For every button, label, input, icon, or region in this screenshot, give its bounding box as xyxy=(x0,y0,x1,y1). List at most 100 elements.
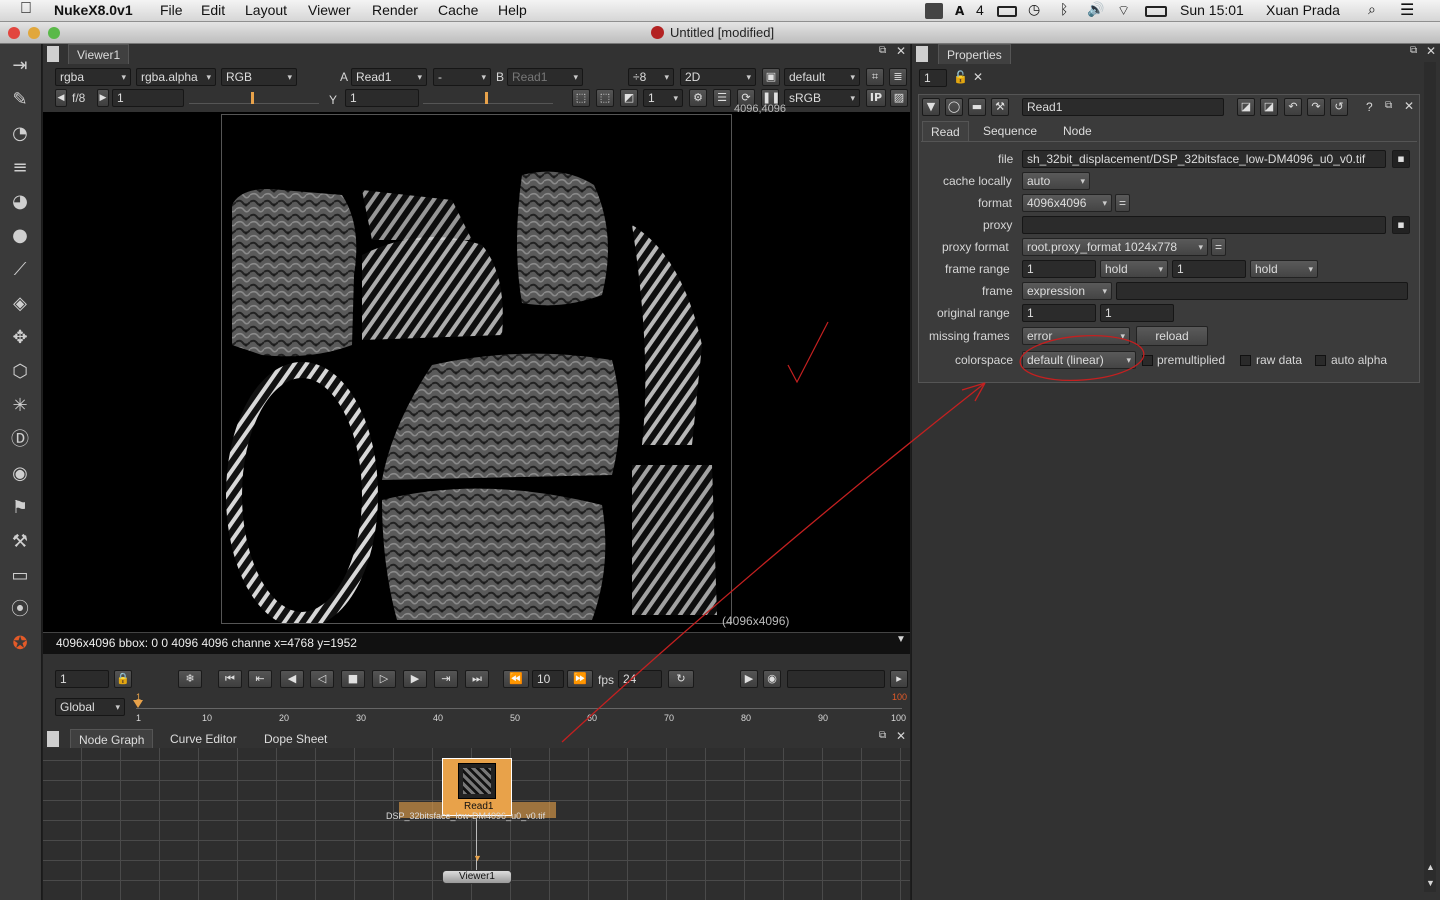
after-mode-dropdown[interactable]: hold xyxy=(1250,260,1318,278)
tab-read[interactable]: Read xyxy=(922,121,969,141)
node-name-field[interactable]: Read1 xyxy=(1022,98,1224,116)
views-tools-icon[interactable]: ◉ xyxy=(8,462,32,486)
scanline-icon[interactable]: ☰ xyxy=(713,89,731,107)
frame-expression-field[interactable] xyxy=(1116,282,1408,300)
reload-button[interactable]: reload xyxy=(1136,326,1208,346)
float-properties-icon[interactable]: ⧉ xyxy=(1410,45,1417,56)
minimize-window-button[interactable] xyxy=(28,27,40,39)
close-node-pane-icon[interactable]: ✕ xyxy=(896,729,906,743)
menu-help[interactable]: Help xyxy=(498,2,527,18)
volume-icon[interactable]: 🔊 xyxy=(1087,2,1104,18)
battery-icon[interactable] xyxy=(1145,6,1167,17)
fps-field[interactable]: 24 xyxy=(618,670,662,688)
tab-node[interactable]: Node xyxy=(1055,121,1100,141)
file-path-field[interactable]: sh_32bit_displacement/DSP_32bitsface_low… xyxy=(1022,150,1386,168)
loop-mode-icon[interactable]: ↻ xyxy=(668,670,694,688)
float-node-pane-icon[interactable]: ⧉ xyxy=(879,730,886,741)
before-mode-dropdown[interactable]: hold xyxy=(1100,260,1168,278)
render-settings-icon[interactable]: ⚙ xyxy=(689,89,707,107)
filter-tools-icon[interactable]: ● xyxy=(8,224,32,248)
scroll-up-icon[interactable]: ▲ xyxy=(1426,862,1435,872)
view-mode-dropdown[interactable]: 2D xyxy=(680,68,756,86)
metadata-tools-icon[interactable]: ⚑ xyxy=(8,496,32,520)
colorspace-dropdown[interactable]: default (linear) xyxy=(1022,351,1136,369)
edit-icon[interactable]: ◪ xyxy=(1237,98,1255,116)
capture-icon[interactable]: ◉ xyxy=(763,670,781,688)
clear-panels-icon[interactable]: ✕ xyxy=(973,70,983,84)
help-icon[interactable]: ? xyxy=(1366,100,1373,114)
time-tools-icon[interactable]: ◔ xyxy=(8,122,32,146)
undo-icon[interactable]: ↶ xyxy=(1284,98,1302,116)
menu-viewer[interactable]: Viewer xyxy=(308,2,351,18)
time-machine-icon[interactable]: ◷ xyxy=(1028,2,1040,18)
proxy-browse-icon[interactable]: ▪ xyxy=(1392,216,1410,234)
lut-set-dropdown[interactable]: default xyxy=(784,68,860,86)
keyer-tools-icon[interactable]: ⟋ xyxy=(8,258,32,282)
gain-field[interactable]: 1 xyxy=(112,89,184,107)
revert-icon[interactable]: ↺ xyxy=(1330,98,1348,116)
skip-forward-icon[interactable]: ⏩ xyxy=(567,670,593,688)
float-pane-icon[interactable]: ⧉ xyxy=(879,45,886,56)
info-bar-dropdown-icon[interactable]: ▼ xyxy=(896,634,906,645)
pane-menu-icon[interactable] xyxy=(47,46,59,62)
a-input-dropdown[interactable]: Read1 xyxy=(351,68,427,86)
stop-icon[interactable]: ■ xyxy=(341,670,365,688)
proxy-scale-dropdown[interactable]: 1 xyxy=(643,89,683,107)
max-panels-field[interactable]: 1 xyxy=(919,69,947,87)
gamma-slider-handle[interactable] xyxy=(485,92,488,104)
raw-data-checkbox[interactable] xyxy=(1240,355,1251,366)
previous-keyframe-icon[interactable]: ⇤ xyxy=(248,670,272,688)
tab-dope-sheet[interactable]: Dope Sheet xyxy=(256,729,335,749)
spotlight-icon[interactable]: ⌕ xyxy=(1368,2,1376,18)
auto-alpha-checkbox[interactable] xyxy=(1315,355,1326,366)
b-input-dropdown[interactable]: Read1 xyxy=(507,68,583,86)
missing-frames-dropdown[interactable]: error xyxy=(1022,327,1130,345)
other-tools-icon[interactable]: ▭ xyxy=(8,564,32,588)
gain-slider[interactable] xyxy=(189,92,319,104)
furnace-tools-icon[interactable]: ⦿ xyxy=(8,598,32,622)
menu-edit[interactable]: Edit xyxy=(201,2,225,18)
image-tools-icon[interactable]: ⇥ xyxy=(8,54,32,78)
adobe-icon[interactable]: A xyxy=(955,4,964,18)
particles-tools-icon[interactable]: ✳ xyxy=(8,394,32,418)
list-icon[interactable]: ☰ xyxy=(1400,0,1414,19)
float-node-panel-icon[interactable]: ⧉ xyxy=(1385,100,1392,111)
lock-range-icon[interactable]: 🔒 xyxy=(114,670,132,688)
viewer-menu-icon[interactable]: ≣ xyxy=(889,68,907,86)
menu-render[interactable]: Render xyxy=(372,2,418,18)
timeline-ruler[interactable]: 1 100 1 10 20 30 40 50 60 70 80 90 100 xyxy=(133,692,907,723)
properties-pane-menu-icon[interactable] xyxy=(916,46,928,62)
menu-file[interactable]: File xyxy=(160,2,183,18)
channels-dropdown[interactable]: rgba xyxy=(55,68,131,86)
timeline-menu-icon[interactable]: ▸ xyxy=(890,670,908,688)
bluetooth-icon[interactable]: ᛒ xyxy=(1060,2,1068,18)
first-frame-icon[interactable]: ⏮ xyxy=(218,670,242,688)
clipping-icon[interactable]: ◩ xyxy=(620,89,638,107)
color-tools-icon[interactable]: ◕ xyxy=(8,190,32,214)
next-keyframe-icon[interactable]: ⇥ xyxy=(434,670,458,688)
tab-curve-editor[interactable]: Curve Editor xyxy=(162,729,245,749)
deep-tools-icon[interactable]: Ⓓ xyxy=(8,428,32,452)
proxy-format-dropdown[interactable]: root.proxy_format 1024x778 xyxy=(1022,238,1208,256)
frame-end-field[interactable]: 1 xyxy=(1172,260,1246,278)
fstop-up-icon[interactable]: ▶ xyxy=(97,89,109,107)
gain-slider-handle[interactable] xyxy=(251,92,254,104)
playback-range-field[interactable] xyxy=(787,670,885,688)
apple-icon[interactable]:  xyxy=(20,0,32,18)
gamma-slider[interactable] xyxy=(423,92,553,104)
format-dropdown[interactable]: 4096x4096 xyxy=(1022,194,1112,212)
proxy-format-edit-button[interactable]: = xyxy=(1211,238,1226,256)
draw-tools-icon[interactable]: ✎ xyxy=(8,88,32,112)
skip-back-icon[interactable]: ⏪ xyxy=(503,670,529,688)
viewer-input-icon[interactable]: ▬ xyxy=(968,98,986,116)
merge-tools-icon[interactable]: ◈ xyxy=(8,292,32,316)
original-start-field[interactable]: 1 xyxy=(1022,304,1096,322)
playhead[interactable] xyxy=(133,700,143,708)
play-backward-icon[interactable]: ◁ xyxy=(310,670,334,688)
viewer1-node[interactable]: Viewer1 xyxy=(442,870,512,884)
play-forward-icon[interactable]: ▷ xyxy=(372,670,396,688)
flipbook-icon[interactable]: ▶ xyxy=(740,670,758,688)
current-frame-field[interactable]: 1 xyxy=(55,670,109,688)
pen-icon[interactable]: ◪ xyxy=(1260,98,1278,116)
settings-wrench-icon[interactable]: ⚒ xyxy=(991,98,1009,116)
